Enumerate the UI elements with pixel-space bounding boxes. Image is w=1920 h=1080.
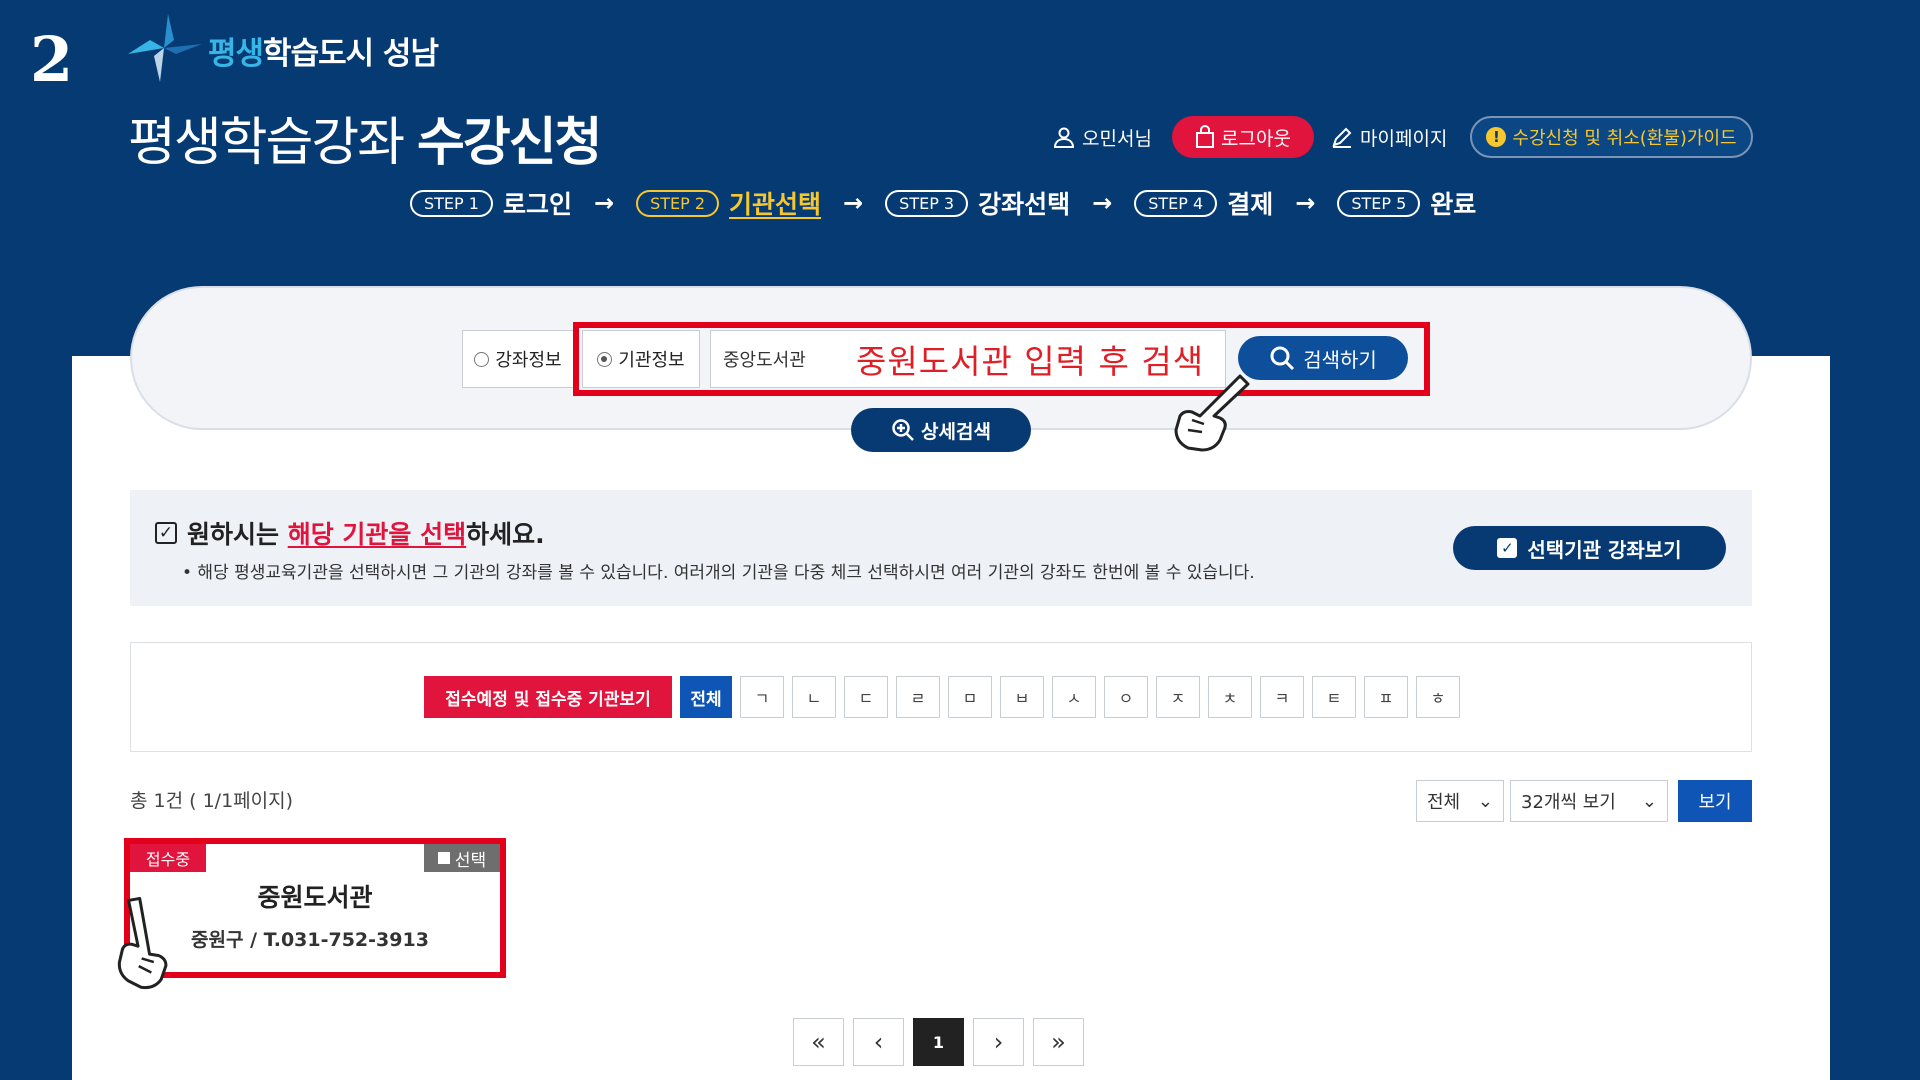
info-title: ✓ 원하시는 해당 기관을 선택하세요. [155, 515, 545, 551]
warning-icon: ! [1486, 127, 1507, 147]
step-4: STEP 4 결제 [1134, 185, 1273, 221]
bag-icon [1195, 125, 1215, 149]
filter-consonant[interactable]: ㅈ [1156, 676, 1200, 718]
filter-receiving-button[interactable]: 접수예정 및 접수중 기관보기 [424, 676, 672, 718]
filter-consonant[interactable]: ㅋ [1260, 676, 1304, 718]
user-name-link[interactable]: 오민서님 [1052, 116, 1152, 158]
filter-consonant[interactable]: ㅍ [1364, 676, 1408, 718]
current-page[interactable]: 1 [913, 1018, 964, 1066]
pointing-hand-icon [1174, 374, 1250, 452]
status-badge: 접수중 [130, 844, 206, 872]
pencil-icon [1330, 125, 1354, 149]
step-5: STEP 5 완료 [1337, 185, 1476, 221]
view-button[interactable]: 보기 [1678, 780, 1752, 822]
prev-page-button[interactable]: ‹ [853, 1018, 904, 1066]
filter-buttons: 접수예정 및 접수중 기관보기 전체 ㄱ ㄴ ㄷ ㄹ ㅁ ㅂ ㅅ ㅇ ㅈ ㅊ ㅋ… [424, 676, 1460, 718]
checkbox-icon [437, 852, 450, 864]
logout-button[interactable]: 로그아웃 [1172, 116, 1314, 158]
user-icon [1052, 125, 1076, 149]
pinwheel-logo-icon [128, 14, 202, 82]
slide-number: 2 [30, 23, 74, 96]
filter-consonant[interactable]: ㅌ [1312, 676, 1356, 718]
chevron-down-icon: ⌄ [1641, 790, 1657, 812]
pagination: « ‹ 1 › » [793, 1018, 1084, 1066]
step-1: STEP 1 로그인 [410, 185, 572, 221]
filter-consonant[interactable]: ㅎ [1416, 676, 1460, 718]
filter-consonant[interactable]: ㅅ [1052, 676, 1096, 718]
org-name: 중원도서관 [257, 883, 373, 912]
filter-consonant[interactable]: ㄹ [896, 676, 940, 718]
page-size-select[interactable]: 32개씩 보기 ⌄ [1510, 780, 1668, 822]
filter-all-button[interactable]: 전체 [680, 676, 732, 718]
info-description: • 해당 평생교육기관을 선택하시면 그 기관의 강좌를 볼 수 있습니다. 여… [182, 563, 1255, 583]
step-arrow: → [593, 189, 615, 217]
checkbox-checked-icon: ✓ [155, 522, 177, 544]
guide-button[interactable]: ! 수강신청 및 취소(환불)가이드 [1470, 116, 1753, 158]
site-logo[interactable]: 평생학습도시 성남 [128, 14, 528, 82]
view-selected-courses-button[interactable]: ✓ 선택기관 강좌보기 [1453, 526, 1726, 570]
detail-search-button[interactable]: 상세검색 [851, 408, 1031, 452]
filter-consonant[interactable]: ㅂ [1000, 676, 1044, 718]
zoom-in-icon [892, 419, 914, 441]
radio-course-info[interactable]: 강좌정보 [462, 330, 574, 388]
highlight-box-search [573, 322, 1430, 396]
select-checkbox[interactable]: 선택 [424, 844, 500, 872]
first-page-button[interactable]: « [793, 1018, 844, 1066]
filter-consonant[interactable]: ㄷ [844, 676, 888, 718]
logo-text: 학습도시 성남 [263, 36, 439, 72]
filter-consonant[interactable]: ㅇ [1104, 676, 1148, 718]
result-count: 총 1건 ( 1/1페이지) [130, 790, 294, 812]
filter-consonant[interactable]: ㄴ [792, 676, 836, 718]
chevron-down-icon: ⌄ [1477, 790, 1493, 812]
logo-text-highlight: 평생 [208, 36, 264, 72]
mypage-link[interactable]: 마이페이지 [1330, 116, 1447, 158]
filter-consonant[interactable]: ㅁ [948, 676, 992, 718]
step-arrow: → [843, 189, 864, 217]
step-arrow: → [1295, 189, 1316, 217]
last-page-button[interactable]: » [1033, 1018, 1084, 1066]
step-arrow: → [1092, 189, 1113, 217]
filter-consonant[interactable]: ㄱ [740, 676, 784, 718]
type-select[interactable]: 전체 ⌄ [1416, 780, 1504, 822]
filter-consonant[interactable]: ㅊ [1208, 676, 1252, 718]
page-title: 평생학습강좌 수강신청 [128, 113, 602, 173]
step-3: STEP 3 강좌선택 [885, 185, 1070, 221]
step-indicator: STEP 1 로그인 → STEP 2 기관선택 → STEP 3 강좌선택 → ST… [410, 186, 1476, 220]
next-page-button[interactable]: › [973, 1018, 1024, 1066]
radio-empty-icon [474, 351, 490, 367]
step-2: STEP 2 기관선택 [636, 185, 821, 221]
checkbox-checked-icon: ✓ [1497, 538, 1518, 558]
